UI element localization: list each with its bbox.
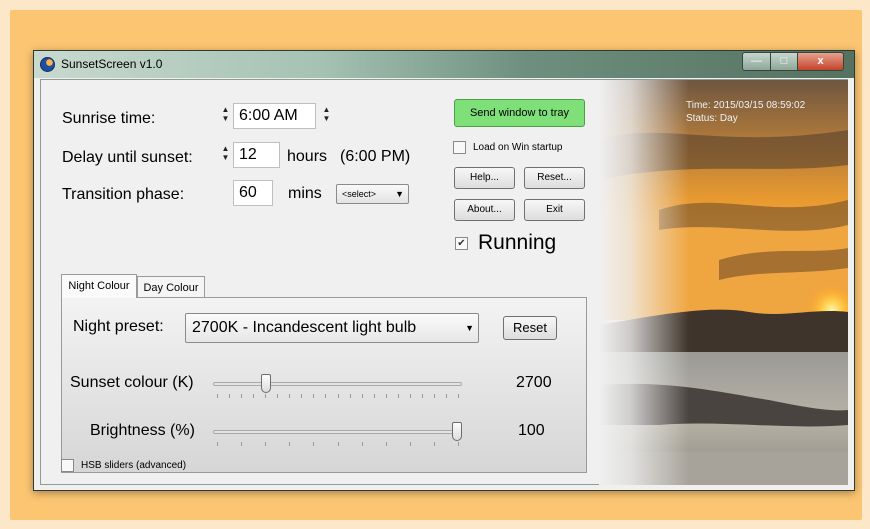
night-preset-label: Night preset: (73, 318, 164, 335)
slider-tick (217, 442, 218, 446)
slider-tick (361, 394, 363, 398)
slider-tick (385, 394, 387, 398)
sunrise-time-label: Sunrise time: (62, 110, 156, 127)
night-colour-panel: Night preset: 2700K - Incandescent light… (61, 297, 587, 473)
exit-button[interactable]: Exit (524, 199, 585, 221)
maximize-button[interactable]: □ (770, 52, 798, 71)
night-preset-value: 2700K - Incandescent light bulb (192, 319, 417, 336)
slider-tick (445, 394, 447, 398)
sunset-colour-value: 2700 (516, 374, 552, 391)
brightness-value: 100 (518, 422, 545, 439)
slider-tick (289, 394, 291, 398)
slider-tick (313, 442, 315, 446)
window-title: SunsetScreen v1.0 (61, 57, 163, 71)
sunset-photo: Time: 2015/03/15 08:59:02 Status: Day (599, 80, 848, 485)
close-button[interactable]: x (797, 52, 844, 71)
minimize-button[interactable]: — (742, 52, 771, 71)
sunset-time-result: (6:00 PM) (340, 148, 411, 165)
running-label: Running (478, 231, 557, 254)
sunset-colour-label: Sunset colour (K) (70, 374, 194, 391)
help-button[interactable]: Help... (454, 167, 515, 189)
chevron-down-icon: ▼ (395, 189, 404, 199)
brightness-slider-thumb[interactable] (452, 422, 462, 441)
send-to-tray-button[interactable]: Send window to tray (454, 99, 585, 127)
chevron-down-icon: ▼ (465, 323, 474, 333)
slider-tick (421, 394, 423, 398)
client-area: Time: 2015/03/15 08:59:02 Status: Day Su… (40, 79, 848, 485)
running-checkbox[interactable]: ✔ (455, 237, 468, 250)
load-on-startup-label: Load on Win startup (473, 142, 563, 153)
delay-spin[interactable]: ▲ ▼ (221, 144, 230, 166)
delay-hours-field[interactable]: 12 (233, 142, 280, 168)
slider-tick (241, 394, 243, 398)
app-logo-icon (40, 57, 55, 72)
title-bar[interactable]: SunsetScreen v1.0 — □ x (34, 51, 854, 78)
slider-tick (397, 394, 399, 398)
transition-select-value: <select> (342, 189, 377, 199)
about-button[interactable]: About... (454, 199, 515, 221)
sunrise-spin-left[interactable]: ▲ ▼ (221, 105, 230, 127)
hsb-sliders-label: HSB sliders (advanced) (81, 460, 187, 471)
slider-tick (229, 394, 231, 398)
brightness-label: Brightness (%) (90, 422, 195, 439)
slider-tick (433, 442, 435, 446)
slider-tick (241, 442, 243, 446)
status-state: Status: Day (686, 113, 738, 124)
slider-tick (373, 394, 375, 398)
slider-tick (361, 442, 363, 446)
delay-label: Delay until sunset: (62, 149, 193, 166)
slider-tick (349, 394, 351, 398)
transition-select[interactable]: <select> ▼ (336, 184, 409, 204)
slider-tick (313, 394, 315, 398)
status-readout: Time: 2015/03/15 08:59:02 Status: Day (686, 99, 805, 125)
slider-tick (277, 394, 279, 398)
slider-tick (385, 442, 387, 446)
slider-tick (458, 394, 459, 398)
tab-day-colour[interactable]: Day Colour (137, 276, 205, 298)
transition-mins-field[interactable]: 60 (233, 180, 273, 206)
brightness-track[interactable] (213, 430, 462, 434)
slider-tick (409, 442, 411, 446)
app-window: SunsetScreen v1.0 — □ x Time: 2015/03/15… (33, 50, 855, 491)
tab-night-colour[interactable]: Night Colour (61, 274, 137, 298)
sunset-colour-slider-thumb[interactable] (260, 374, 271, 393)
slider-tick (265, 394, 267, 398)
slider-tick (253, 394, 255, 398)
slider-tick (301, 394, 303, 398)
transition-unit-label: mins (288, 185, 322, 202)
photo-fade-overlay (599, 80, 689, 485)
sunrise-time-field[interactable]: 6:00 AM (233, 103, 316, 129)
status-time: Time: 2015/03/15 08:59:02 (686, 100, 806, 111)
slider-tick (337, 442, 339, 446)
sunset-colour-track[interactable] (213, 382, 462, 386)
night-reset-button[interactable]: Reset (503, 316, 557, 340)
sunrise-spin-right[interactable]: ▲ ▼ (322, 105, 331, 127)
load-on-startup-checkbox[interactable] (453, 141, 466, 154)
slider-tick (433, 394, 435, 398)
slider-tick (217, 394, 218, 398)
slider-tick (325, 394, 327, 398)
night-preset-select[interactable]: 2700K - Incandescent light bulb ▼ (185, 313, 479, 343)
delay-unit-label: hours (287, 148, 328, 165)
hsb-sliders-checkbox[interactable] (61, 459, 74, 472)
slider-tick (337, 394, 339, 398)
slider-tick (265, 442, 267, 446)
reset-settings-button[interactable]: Reset... (524, 167, 585, 189)
slider-tick (289, 442, 291, 446)
slider-tick (458, 442, 459, 446)
transition-label: Transition phase: (62, 186, 185, 203)
slider-tick (409, 394, 411, 398)
